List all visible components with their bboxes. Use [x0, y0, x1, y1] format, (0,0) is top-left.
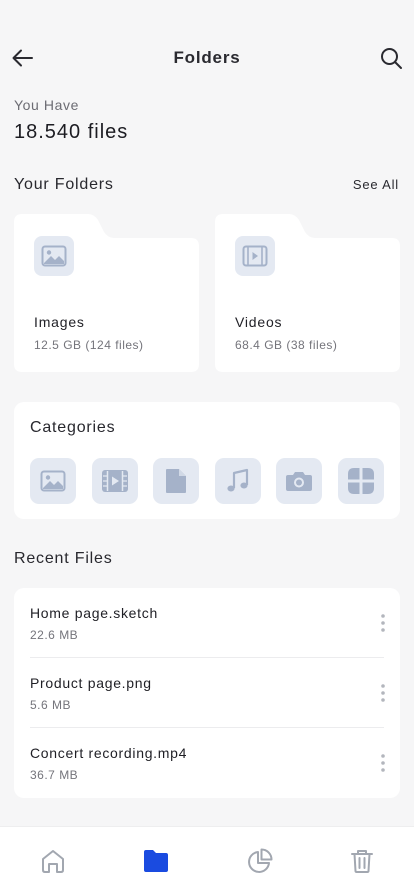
categories-card: Categories: [14, 402, 400, 519]
music-icon: [227, 468, 248, 492]
more-vertical-icon[interactable]: [376, 752, 390, 774]
file-size: 22.6 MB: [30, 628, 79, 642]
file-size: 5.6 MB: [30, 698, 72, 712]
trash-icon[interactable]: [348, 847, 376, 875]
recent-files-title: Recent Files: [14, 550, 113, 567]
list-item[interactable]: Home page.sketch 22.6 MB: [14, 588, 400, 658]
video-icon: [101, 470, 128, 492]
category-documents[interactable]: [153, 458, 200, 504]
document-icon: [166, 469, 187, 493]
camera-icon: [286, 472, 313, 491]
summary-label: You Have: [14, 97, 79, 113]
home-icon[interactable]: [39, 847, 67, 875]
folder-card-videos[interactable]: Videos 68.4 GB (38 files): [215, 214, 400, 372]
more-vertical-icon[interactable]: [376, 612, 390, 634]
more-vertical-icon[interactable]: [376, 682, 390, 704]
recent-files-list: Home page.sketch 22.6 MB Product page.pn…: [14, 588, 400, 798]
pie-chart-icon[interactable]: [246, 847, 274, 875]
file-name: Concert recording.mp4: [30, 745, 188, 761]
category-videos[interactable]: [91, 458, 138, 504]
folders-section-title: Your Folders: [14, 176, 114, 193]
list-item[interactable]: Concert recording.mp4 36.7 MB: [14, 728, 400, 798]
categories-row: [30, 458, 384, 504]
category-images[interactable]: [30, 458, 76, 504]
folder-meta: 12.5 GB (124 files): [34, 338, 144, 352]
folder-icon[interactable]: [142, 847, 170, 875]
folder-name: Images: [34, 314, 85, 330]
app-header: Folders: [0, 38, 414, 78]
video-icon: [235, 236, 275, 276]
file-name: Home page.sketch: [30, 605, 158, 621]
image-icon: [40, 470, 66, 492]
bottom-tab-bar: [0, 826, 414, 896]
folder-card-images[interactable]: Images 12.5 GB (124 files): [14, 214, 199, 372]
file-size: 36.7 MB: [30, 768, 79, 782]
categories-title: Categories: [30, 419, 116, 436]
folder-meta: 68.4 GB (38 files): [235, 338, 338, 352]
image-icon: [34, 236, 74, 276]
files-total: 18.540 files: [14, 121, 129, 143]
category-camera[interactable]: [276, 458, 323, 504]
apps-icon: [347, 468, 374, 494]
category-music[interactable]: [214, 458, 261, 504]
folder-name: Videos: [235, 314, 283, 330]
file-name: Product page.png: [30, 675, 152, 691]
search-icon[interactable]: [378, 45, 404, 71]
see-all-link[interactable]: See All: [353, 177, 399, 192]
category-apps[interactable]: [337, 458, 384, 504]
page-title: Folders: [173, 48, 241, 67]
list-item[interactable]: Product page.png 5.6 MB: [14, 658, 400, 728]
